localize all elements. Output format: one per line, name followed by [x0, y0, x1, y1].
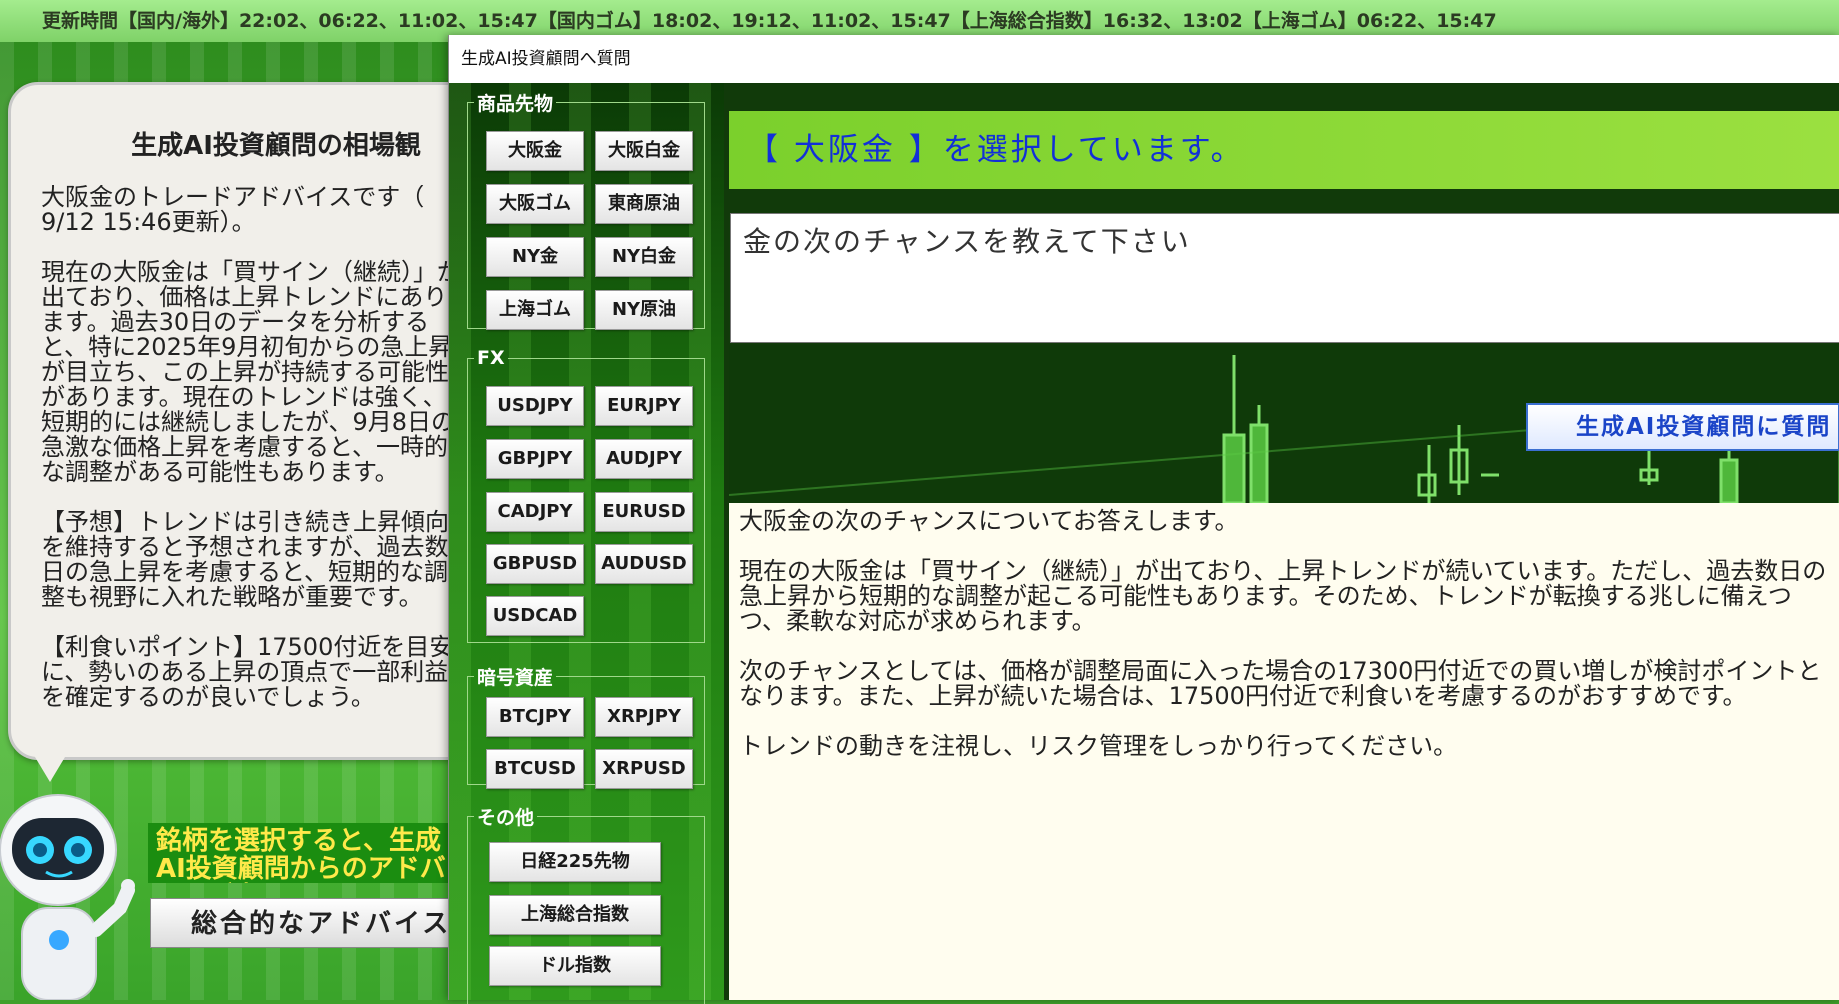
question-input[interactable]: 金の次のチャンスを教えて下さい	[730, 213, 1839, 343]
btn-btcusd[interactable]: BTCUSD	[486, 749, 584, 789]
overall-advice-button[interactable]: 総合的なアドバイスは	[150, 898, 460, 948]
fx-legend: FX	[477, 347, 505, 369]
btn-dollar-index[interactable]: ドル指数	[489, 946, 661, 986]
promo-message: 銘柄を選択すると、生成AI投資顧問からのアドバイスが表示されます	[148, 823, 460, 883]
bubble-tail	[32, 752, 68, 782]
ask-ai-dialog: 生成AI投資顧問へ質問 商品先物 大阪金 大阪白金 大阪ゴム 東商原油 NY金 …	[448, 35, 1839, 1004]
commodities-legend: 商品先物	[477, 93, 554, 115]
btn-nikkei225-futures[interactable]: 日経225先物	[489, 842, 661, 882]
dialog-title: 生成AI投資顧問へ質問	[461, 49, 631, 69]
ai-answer-text: 大阪金の次のチャンスについてお答えします。 現在の大阪金は「買サイン（継続）」が…	[729, 503, 1839, 1000]
btn-ny-gold[interactable]: NY金	[486, 237, 584, 277]
advice-speech-bubble: 生成AI投資顧問の相場観 大阪金のトレードアドバイスです（ 9/12 15:46…	[8, 82, 484, 760]
btn-cadjpy[interactable]: CADJPY	[486, 492, 584, 532]
btn-audusd[interactable]: AUDUSD	[595, 544, 693, 584]
btn-shanghai-rubber[interactable]: 上海ゴム	[486, 290, 584, 330]
btn-osaka-gold[interactable]: 大阪金	[486, 131, 584, 171]
other-legend: その他	[477, 807, 535, 829]
btn-ny-crude[interactable]: NY原油	[595, 290, 693, 330]
btn-osaka-platinum[interactable]: 大阪白金	[595, 131, 693, 171]
btn-shanghai-composite[interactable]: 上海総合指数	[489, 895, 661, 935]
btn-gbpjpy[interactable]: GBPJPY	[486, 439, 584, 479]
ask-ai-button[interactable]: 生成AI投資顧問に質問	[1526, 403, 1839, 451]
btn-btcjpy[interactable]: BTCJPY	[486, 697, 584, 737]
instrument-selector-panel: 商品先物 大阪金 大阪白金 大阪ゴム 東商原油 NY金 NY白金 上海ゴム NY…	[449, 83, 724, 1004]
btn-osaka-rubber[interactable]: 大阪ゴム	[486, 184, 584, 224]
btn-eurusd[interactable]: EURUSD	[595, 492, 693, 532]
robot-mascot-icon	[0, 794, 135, 1000]
crypto-legend: 暗号資産	[477, 667, 554, 689]
advice-text: 大阪金のトレードアドバイスです（ 9/12 15:46更新）。 現在の大阪金は「…	[41, 185, 461, 711]
btn-xrpjpy[interactable]: XRPJPY	[595, 697, 693, 737]
dialog-body: 商品先物 大阪金 大阪白金 大阪ゴム 東商原油 NY金 NY白金 上海ゴム NY…	[449, 83, 1839, 1004]
btn-gbpusd[interactable]: GBPUSD	[486, 544, 584, 584]
btn-usdcad[interactable]: USDCAD	[486, 596, 584, 636]
btn-audjpy[interactable]: AUDJPY	[595, 439, 693, 479]
btn-eurjpy[interactable]: EURJPY	[595, 386, 693, 426]
bubble-title: 生成AI投資顧問の相場観	[131, 131, 421, 161]
btn-xrpusd[interactable]: XRPUSD	[595, 749, 693, 789]
btn-ny-platinum[interactable]: NY白金	[595, 237, 693, 277]
btn-usdjpy[interactable]: USDJPY	[486, 386, 584, 426]
btn-tocom-crude[interactable]: 東商原油	[595, 184, 693, 224]
selected-instrument-banner: 【 大阪金 】を選択しています。	[729, 111, 1839, 189]
